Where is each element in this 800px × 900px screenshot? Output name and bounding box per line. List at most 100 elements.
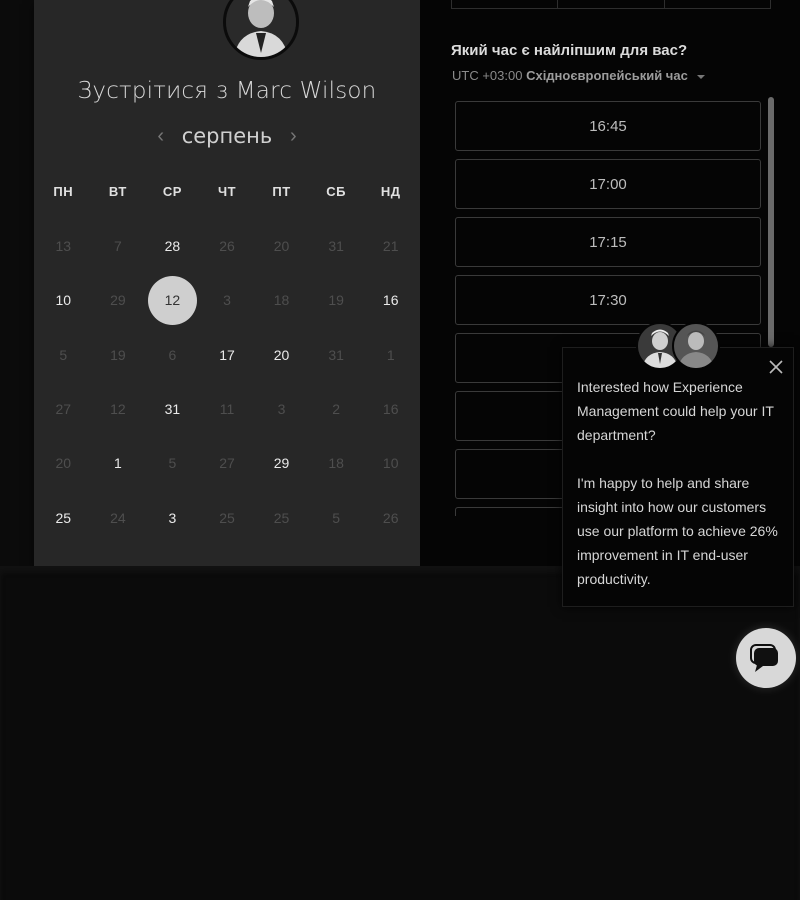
calendar-day: 20 xyxy=(36,436,91,490)
calendar-day-number: 13 xyxy=(55,238,72,255)
chat-bubble-icon xyxy=(750,644,778,672)
calendar-day: 16 xyxy=(363,382,418,436)
calendar-day-number: 10 xyxy=(55,292,72,309)
calendar-day-number: 31 xyxy=(328,238,344,255)
chat-message-paragraph: Interested how Experience Management cou… xyxy=(577,379,774,443)
calendar-day: 12 xyxy=(91,382,146,436)
time-slot-button[interactable]: 17:00 xyxy=(455,159,761,209)
calendar-day: 26 xyxy=(363,490,418,544)
calendar-day-number: 3 xyxy=(168,509,177,526)
calendar-day: 1 xyxy=(363,328,418,382)
calendar-day-number: 10 xyxy=(382,455,399,472)
weekday-label: СР xyxy=(162,184,182,199)
calendar-day-number: 29 xyxy=(110,292,126,309)
calendar-day: 3 xyxy=(254,382,309,436)
duration-tab[interactable] xyxy=(558,0,665,8)
calendar-day-number: 18 xyxy=(328,455,344,472)
calendar-day-number: 19 xyxy=(328,292,344,309)
chat-launcher-button[interactable] xyxy=(736,628,796,688)
calendar-day[interactable]: 17 xyxy=(200,328,255,382)
weekday-label: ВТ xyxy=(108,184,127,199)
weekday-label: ЧТ xyxy=(217,184,237,199)
calendar-day: 18 xyxy=(254,273,309,327)
calendar-day-number: 5 xyxy=(168,455,177,472)
timezone-selector[interactable]: UTC +03:00 Східноєвропейський час xyxy=(452,68,706,83)
calendar-day[interactable]: 25 xyxy=(36,490,91,544)
calendar-day: 5 xyxy=(309,490,364,544)
calendar-day-number: 7 xyxy=(113,238,122,255)
time-slot-button[interactable]: 16:45 xyxy=(455,101,761,151)
meeting-title: Зустрітися з Marc Wilson xyxy=(77,78,377,104)
calendar-day: 27 xyxy=(36,382,91,436)
page-root: Зустрітися з Marc Wilson ‹ серпень › ПН … xyxy=(0,0,800,900)
calendar-day-number: 26 xyxy=(219,238,235,255)
calendar-day-number: 25 xyxy=(273,509,290,526)
calendar-day-number: 27 xyxy=(55,401,72,418)
calendar-day: 20 xyxy=(254,219,309,273)
calendar-day-number: 21 xyxy=(382,238,399,255)
calendar-day-number: 31 xyxy=(328,346,344,363)
calendar-day: 24 xyxy=(91,490,146,544)
calendar-day-number: 20 xyxy=(55,455,72,472)
calendar-day[interactable]: 28 xyxy=(145,219,200,273)
calendar-day-number: 2 xyxy=(332,401,341,418)
chat-popup: Interested how Experience Management cou… xyxy=(562,347,794,607)
calendar-day[interactable]: 1 xyxy=(91,436,146,490)
time-slot-button[interactable]: 17:15 xyxy=(455,217,761,267)
calendar-day-number: 5 xyxy=(332,509,341,526)
caret-down-icon xyxy=(697,74,706,79)
weekday-header: ПН ВТ СР ЧТ ПТ СБ НД xyxy=(34,184,420,199)
calendar-day: 27 xyxy=(200,436,255,490)
month-navigation: ‹ серпень › xyxy=(34,124,420,148)
duration-tab[interactable] xyxy=(665,0,770,8)
weekday-label: ПН xyxy=(53,184,74,199)
calendar-day-number: 25 xyxy=(55,509,72,526)
calendar-day: 2 xyxy=(309,382,364,436)
calendar-day: 19 xyxy=(309,273,364,327)
slot-list-scrollbar[interactable] xyxy=(768,97,774,347)
weekday-label: ПТ xyxy=(272,184,291,199)
duration-tabs xyxy=(451,0,771,9)
month-label: серпень xyxy=(181,124,273,148)
person-avatar-icon xyxy=(674,324,718,368)
calendar-day[interactable]: 16 xyxy=(363,273,418,327)
calendar-day: 13 xyxy=(36,219,91,273)
calendar-day-number: 17 xyxy=(219,346,235,363)
calendar-day: 29 xyxy=(91,273,146,327)
calendar-day-selected[interactable]: 12 xyxy=(145,273,200,327)
calendar-day[interactable]: 29 xyxy=(254,436,309,490)
duration-tab[interactable] xyxy=(452,0,559,8)
calendar-day: 25 xyxy=(254,490,309,544)
next-month-chevron-right-icon[interactable]: › xyxy=(286,125,300,148)
weekday-label: СБ xyxy=(326,184,346,199)
timezone-name: Східноєвропейський час xyxy=(526,68,688,83)
time-slot-button[interactable]: 17:30 xyxy=(455,275,761,325)
calendar-day[interactable]: 3 xyxy=(145,490,200,544)
calendar-day: 11 xyxy=(200,382,255,436)
calendar-day-number: 25 xyxy=(219,509,235,526)
page-background-lower xyxy=(0,566,800,900)
calendar-day-number: 1 xyxy=(113,455,122,472)
close-icon[interactable] xyxy=(767,358,785,376)
calendar-day-number: 31 xyxy=(164,401,181,418)
calendar-day-number: 19 xyxy=(110,346,126,363)
chat-message: Interested how Experience Management cou… xyxy=(577,375,785,591)
calendar-day: 10 xyxy=(363,436,418,490)
calendar-day-number: 1 xyxy=(386,346,395,363)
calendar-day-number: 27 xyxy=(219,455,235,472)
calendar-day: 31 xyxy=(309,328,364,382)
person-avatar-icon xyxy=(226,0,296,57)
host-avatar xyxy=(223,0,299,60)
calendar-day[interactable]: 10 xyxy=(36,273,91,327)
prev-month-chevron-left-icon[interactable]: ‹ xyxy=(154,125,168,148)
calendar-card: Зустрітися з Marc Wilson ‹ серпень › ПН … xyxy=(34,0,420,566)
calendar-day: 25 xyxy=(200,490,255,544)
calendar-day: 18 xyxy=(309,436,364,490)
chat-message-paragraph: I'm happy to help and share insight into… xyxy=(577,475,778,587)
calendar-day-number: 20 xyxy=(273,346,290,363)
calendar-day-number: 5 xyxy=(59,346,68,363)
calendar-day[interactable]: 31 xyxy=(145,382,200,436)
calendar-day-grid: 13 7 28 26 20 31 21 10 29 12 3 18 19 16 5 19 6 17 20 31 1 27 1… xyxy=(34,219,420,545)
calendar-day-number: 6 xyxy=(168,346,177,363)
calendar-day[interactable]: 20 xyxy=(254,328,309,382)
